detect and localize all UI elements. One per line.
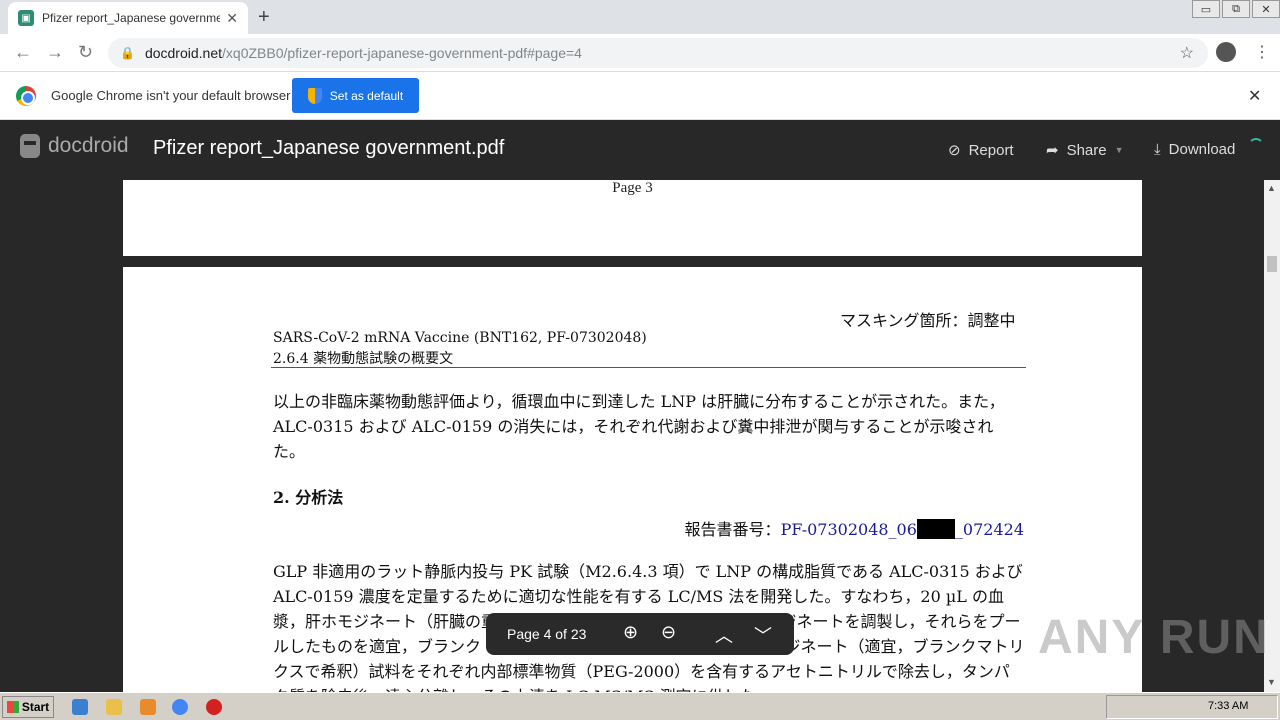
start-button[interactable]: Start xyxy=(2,696,54,718)
caret-down-icon: ▼ xyxy=(1114,145,1124,155)
clock: 7:33 AM xyxy=(1208,700,1249,712)
redaction-block xyxy=(916,519,955,539)
set-as-default-button[interactable]: Set as default xyxy=(292,78,419,113)
lock-icon: 🔒 xyxy=(120,46,135,60)
share-label: Share xyxy=(1066,141,1107,159)
previous-page-icon[interactable]: ︿ xyxy=(715,622,733,648)
scroll-thumb[interactable] xyxy=(1267,256,1277,272)
download-label: Download xyxy=(1168,141,1236,158)
system-tray xyxy=(1106,695,1278,719)
zoom-out-icon[interactable]: ⊖ xyxy=(661,622,676,643)
tab-title: Pfizer report_Japanese government xyxy=(42,11,221,25)
docdroid-header: docdroid Pfizer report_Japanese governme… xyxy=(0,120,1280,180)
profile-avatar-icon[interactable] xyxy=(1216,42,1236,62)
vaccine-header: SARS-CoV-2 mRNA Vaccine (BNT162, PF-0730… xyxy=(273,330,647,346)
minimize-button[interactable]: ▭ xyxy=(1192,0,1220,18)
url-host: docdroid.net xyxy=(144,45,223,61)
docdroid-favicon-icon: ▣ xyxy=(18,10,34,26)
pdf-page-3: Page 3 xyxy=(123,180,1142,256)
scroll-up-icon[interactable]: ▲ xyxy=(1267,183,1276,193)
url-path: /xq0ZBB0/pfizer-report-japanese-governme… xyxy=(222,45,582,61)
tab-close-icon[interactable]: ✕ xyxy=(226,10,238,27)
page-indicator: Page 4 of 23 xyxy=(507,626,587,642)
windows-flag-icon xyxy=(6,701,19,713)
ie-icon[interactable] xyxy=(72,699,88,715)
infobar-close-icon[interactable]: ✕ xyxy=(1248,86,1261,106)
uac-shield-icon xyxy=(307,87,322,104)
window-close-button[interactable]: ✕ xyxy=(1252,0,1280,18)
report-number-suffix: _072424 xyxy=(954,520,1024,539)
bookmark-star-icon[interactable]: ☆ xyxy=(1180,43,1194,63)
infobar-message: Google Chrome isn't your default browser xyxy=(51,88,291,103)
loading-spinner-icon xyxy=(1248,138,1264,154)
back-arrow-icon[interactable]: ← xyxy=(14,42,32,63)
header-rule xyxy=(271,367,1026,368)
browser-tab[interactable]: ▣ Pfizer report_Japanese government ✕ xyxy=(8,2,248,34)
docdroid-logo[interactable]: docdroid xyxy=(20,134,129,158)
report-number: 報告書番号：PF-07302048_06 _072424 xyxy=(685,516,1024,540)
new-tab-button[interactable]: + xyxy=(258,6,270,29)
brand-name: docdroid xyxy=(48,134,129,157)
tab-strip: ▣ Pfizer report_Japanese government ✕ + … xyxy=(0,0,1280,34)
section-heading-analysis: 2. 分析法 xyxy=(273,488,344,507)
paragraph-1: 以上の非臨床薬物動態評価より，循環血中に到達した LNP は肝臓に分布することが… xyxy=(273,392,1005,461)
share-arrow-icon: ➦ xyxy=(1046,142,1059,159)
block-icon: ⊘ xyxy=(948,142,961,159)
reload-icon[interactable]: ↻ xyxy=(78,42,93,63)
windows-taskbar: Start 7:33 AM xyxy=(0,692,1280,720)
report-button[interactable]: ⊘ Report xyxy=(948,141,1014,160)
viewer-toolbar: Page 4 of 23 ⊕ ⊖ ︿ ﹀ xyxy=(486,613,794,655)
restore-button[interactable]: ⧉ xyxy=(1222,0,1250,18)
download-button[interactable]: ⤓ Download xyxy=(1154,141,1235,158)
chrome-logo-icon xyxy=(16,86,36,106)
forward-arrow-icon[interactable]: → xyxy=(46,42,64,63)
report-number-prefix: PF-07302048_06 xyxy=(780,520,917,539)
share-button[interactable]: ➦ Share ▼ xyxy=(1046,141,1124,160)
start-label: Start xyxy=(21,700,50,714)
explorer-folder-icon[interactable] xyxy=(106,699,122,715)
scroll-down-icon[interactable]: ▼ xyxy=(1267,677,1276,687)
anyrun-watermark: ANY RUN xyxy=(1038,611,1270,664)
menu-kebab-icon[interactable]: ⋮ xyxy=(1254,42,1270,62)
address-bar-row: ← → ↻ 🔒 docdroid.net/xq0ZBB0/pfizer-repo… xyxy=(0,34,1280,72)
page-footer-label: Page 3 xyxy=(612,180,653,196)
media-player-icon[interactable] xyxy=(140,699,156,715)
zoom-in-icon[interactable]: ⊕ xyxy=(623,622,638,643)
window-controls: ▭ ⧉ ✕ xyxy=(1190,0,1280,20)
chrome-taskbar-icon[interactable] xyxy=(172,699,188,715)
masking-note: マスキング箇所：調整中 xyxy=(840,311,1016,330)
next-page-icon[interactable]: ﹀ xyxy=(754,622,772,648)
default-browser-infobar: Google Chrome isn't your default browser… xyxy=(0,72,1280,120)
document-title: Pfizer report_Japanese government.pdf xyxy=(153,137,505,159)
alert-icon[interactable] xyxy=(206,699,222,715)
section-header: 2.6.4 薬物動態試験の概要文 xyxy=(273,351,454,367)
report-number-label: 報告書番号： xyxy=(684,520,781,539)
robot-logo-icon xyxy=(20,134,40,158)
url-input[interactable]: 🔒 docdroid.net/xq0ZBB0/pfizer-report-jap… xyxy=(108,38,1208,68)
report-label: Report xyxy=(968,141,1014,159)
download-icon: ⤓ xyxy=(1154,141,1161,158)
set-as-default-label: Set as default xyxy=(329,88,404,103)
